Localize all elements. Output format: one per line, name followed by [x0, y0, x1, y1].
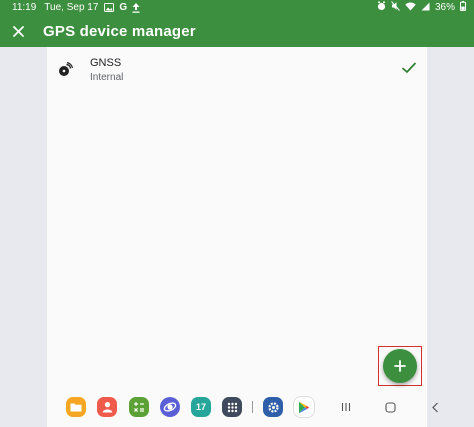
device-row-gnss[interactable]: GNSS Internal: [47, 47, 427, 93]
plus-icon: [394, 360, 406, 372]
satellite-icon: [59, 62, 73, 76]
upload-icon: [132, 2, 140, 13]
calculator-icon: [133, 401, 145, 412]
add-device-button[interactable]: [383, 349, 417, 383]
battery-percent: 36%: [434, 2, 455, 13]
recents-button[interactable]: [336, 398, 356, 416]
gallery-icon: [104, 3, 115, 12]
dock-divider: [252, 401, 253, 413]
battery-icon: [460, 1, 466, 14]
status-bar: 11:19 Tue, Sep 17 G 36%: [0, 0, 474, 15]
check-icon: [402, 62, 416, 73]
back-icon: [432, 402, 438, 412]
status-right: 36%: [377, 1, 466, 14]
recents-icon: [341, 403, 351, 411]
page-title: GPS device manager: [43, 22, 196, 40]
back-button[interactable]: [425, 398, 445, 416]
internet-icon: [163, 402, 177, 412]
calculator-app[interactable]: [129, 397, 149, 417]
settings-icon: [267, 401, 279, 413]
files-app[interactable]: [66, 397, 86, 417]
app-drawer[interactable]: [222, 397, 242, 417]
status-date: Tue, Sep 17: [44, 2, 99, 13]
play-store-app[interactable]: [294, 397, 314, 417]
home-icon: [384, 401, 396, 413]
internet-app[interactable]: [160, 397, 180, 417]
alarm-icon: [377, 1, 386, 14]
app-bar: GPS device manager: [0, 15, 474, 47]
device-type: Internal: [90, 72, 124, 83]
google-icon: G: [119, 2, 128, 13]
home-button[interactable]: [380, 398, 400, 416]
close-button[interactable]: [2, 15, 34, 47]
settings-app[interactable]: [263, 397, 283, 417]
play-store-icon: [299, 401, 310, 413]
calendar-icon: 17: [195, 402, 206, 412]
app-drawer-icon: [227, 402, 237, 412]
wifi-icon: [405, 2, 416, 14]
signal-icon: [421, 2, 430, 14]
device-list: GNSS Internal: [47, 47, 427, 427]
taskbar: 17: [0, 392, 474, 422]
contacts-icon: [102, 402, 112, 413]
status-time: 11:19: [12, 2, 37, 13]
files-icon: [70, 403, 82, 412]
mute-icon: [391, 1, 400, 14]
close-icon: [12, 25, 24, 37]
device-name: GNSS: [90, 57, 122, 69]
calendar-app[interactable]: 17: [191, 397, 211, 417]
contacts-app[interactable]: [97, 397, 117, 417]
